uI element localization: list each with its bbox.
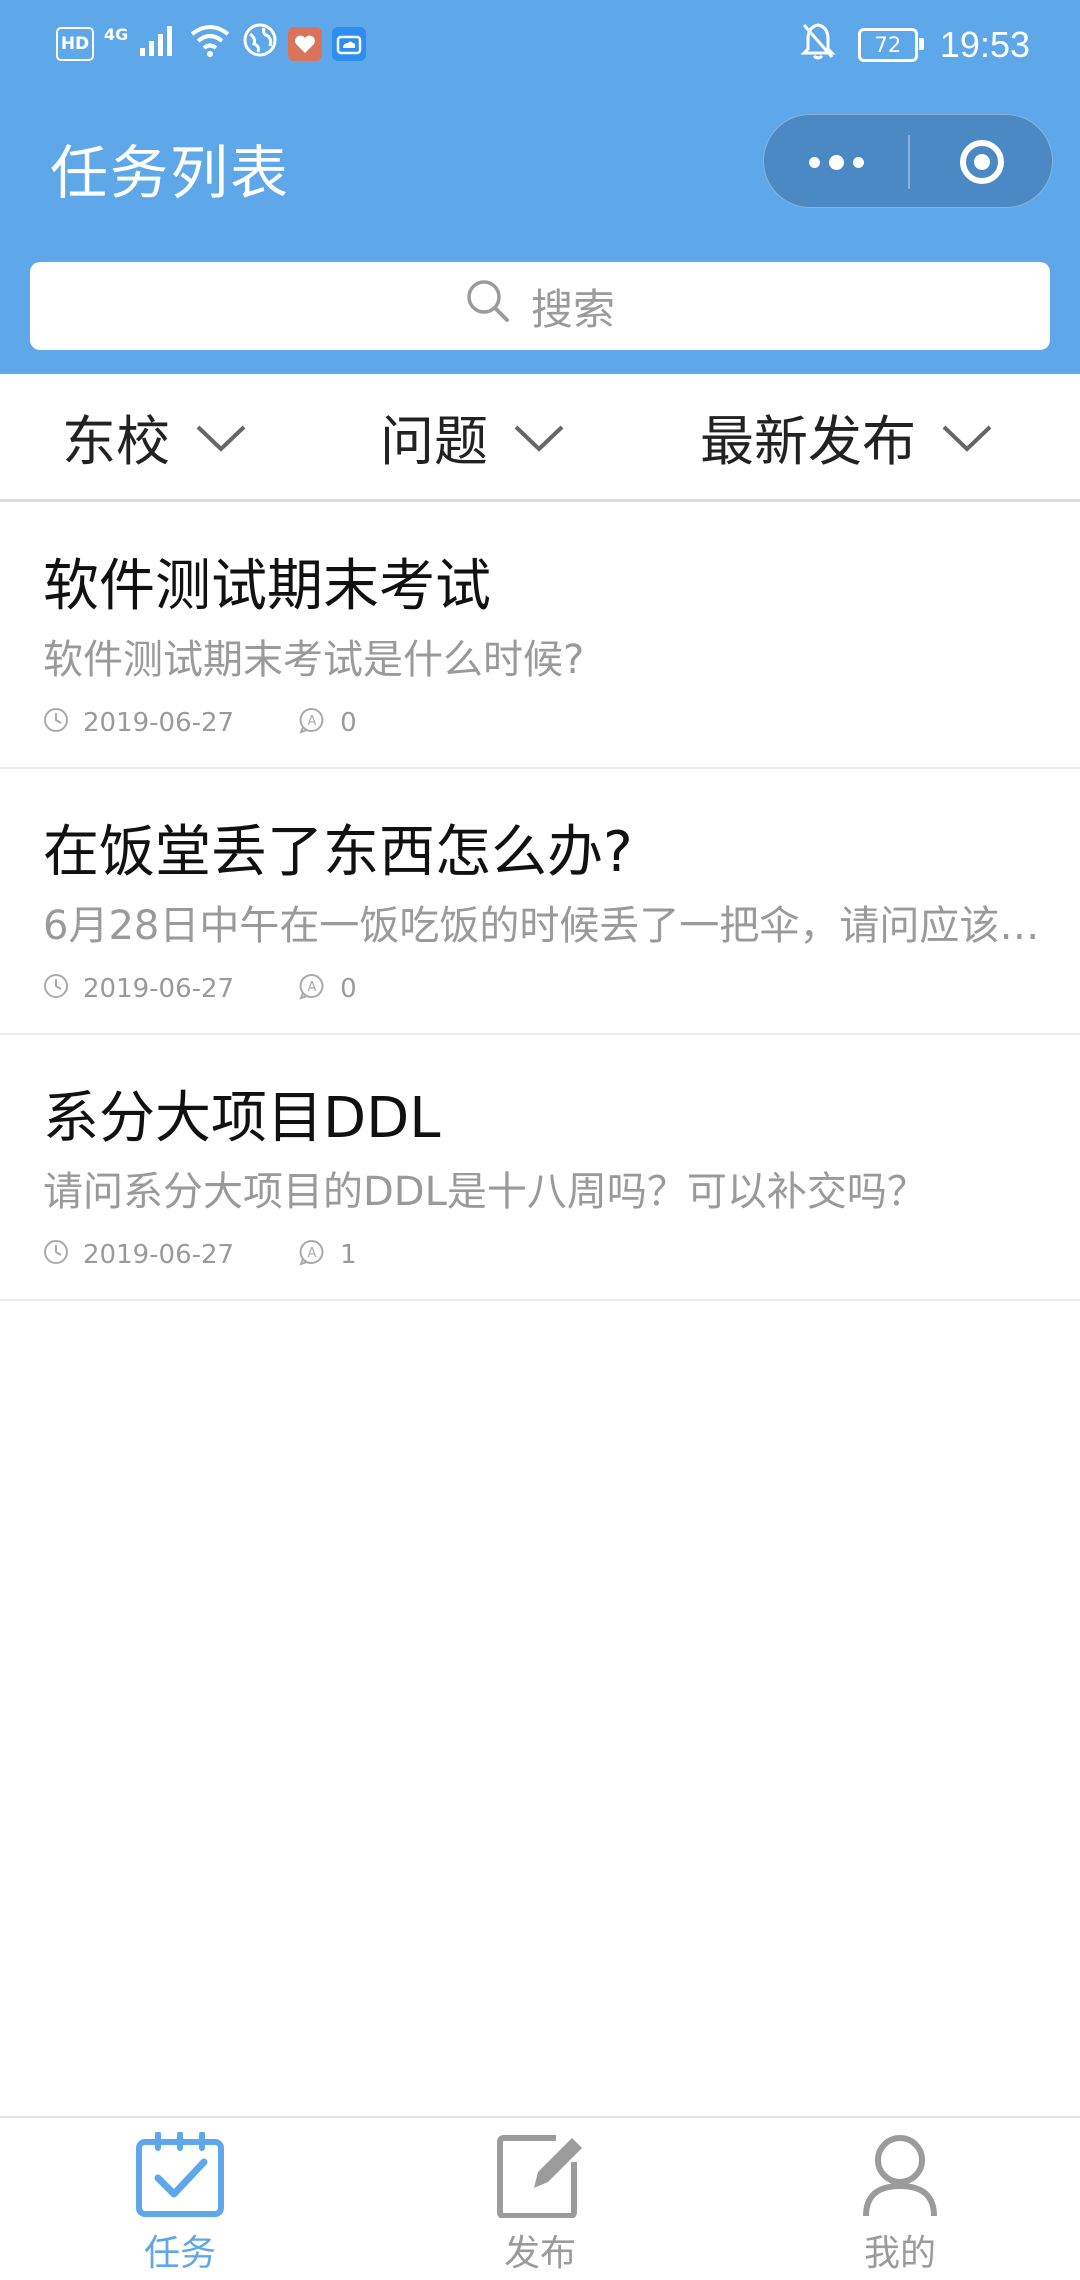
tab-label: 我的: [863, 2233, 936, 2274]
network-type-label: 4G: [104, 24, 129, 44]
task-date: 2019-06-27: [83, 974, 235, 1004]
filter-label: 问题: [380, 410, 488, 473]
chevron-down-icon: [512, 405, 566, 468]
task-calendar-icon: [134, 2131, 226, 2222]
tab-label: 发布: [503, 2233, 576, 2274]
task-title: 系分大项目DDL: [43, 1086, 441, 1151]
answer-count: 1: [340, 1240, 357, 1270]
status-time: 19:53: [939, 24, 1030, 65]
filter-campus[interactable]: 东校: [62, 374, 248, 499]
target-circle-icon[interactable]: [910, 115, 1054, 209]
header-bar: HD 4G 72 19:53 任务列表 搜索: [0, 0, 1080, 374]
list-item[interactable]: 软件测试期末考试 软件测试期末考试是什么时候? 2019-06-27 A 0: [0, 503, 1080, 769]
miniprogram-capsule: [763, 114, 1053, 208]
search-placeholder: 搜索: [530, 284, 615, 334]
status-bar: HD 4G 72 19:53: [0, 0, 1080, 90]
filter-sort[interactable]: 最新发布: [700, 374, 994, 499]
wifi-icon: [188, 22, 232, 67]
svg-text:A: A: [308, 1246, 317, 1261]
filter-type[interactable]: 问题: [380, 374, 566, 499]
globe-icon: [242, 22, 278, 67]
svg-text:A: A: [308, 714, 317, 729]
health-app-icon: [288, 27, 323, 61]
tab-publish[interactable]: 发布: [440, 2132, 640, 2276]
chevron-down-icon: [940, 405, 994, 468]
battery-icon: 72: [857, 28, 924, 62]
task-title: 软件测试期末考试: [43, 554, 491, 619]
tab-tasks[interactable]: 任务: [80, 2131, 280, 2276]
svg-text:A: A: [308, 980, 317, 995]
clock-icon: [43, 707, 69, 740]
bell-off-icon: [800, 21, 836, 70]
search-input[interactable]: 搜索: [30, 262, 1050, 350]
page-title: 任务列表: [50, 139, 291, 207]
task-meta: 2019-06-27 A 0: [43, 969, 357, 1009]
answer-count: 0: [340, 708, 357, 738]
filter-bar: 东校 问题 最新发布: [0, 374, 1080, 502]
clock-icon: [43, 973, 69, 1006]
answer-icon: A: [298, 1238, 326, 1273]
answer-icon: A: [298, 972, 326, 1007]
task-description: 请问系分大项目的DDL是十八周吗？可以补交吗？: [43, 1169, 927, 1215]
status-left: HD 4G: [56, 22, 367, 67]
hd-icon: HD: [56, 27, 94, 61]
answer-count: 0: [340, 974, 357, 1004]
more-dots-icon[interactable]: [764, 115, 908, 209]
answer-icon: A: [298, 706, 326, 741]
task-description: 6月28日中午在一饭吃饭的时候丢了一把伞，请问应该怎么办？: [43, 903, 1043, 949]
user-icon: [854, 2132, 946, 2222]
tab-mine[interactable]: 我的: [800, 2132, 1000, 2276]
task-meta: 2019-06-27 A 0: [43, 703, 357, 743]
list-item[interactable]: 在饭堂丢了东西怎么办? 6月28日中午在一饭吃饭的时候丢了一把伞，请问应该怎么办…: [0, 769, 1080, 1035]
task-title: 在饭堂丢了东西怎么办?: [43, 820, 633, 885]
filter-label: 最新发布: [700, 410, 916, 473]
status-right: 72 19:53: [800, 18, 1030, 72]
search-icon: [465, 278, 511, 334]
list-item[interactable]: 系分大项目DDL 请问系分大项目的DDL是十八周吗？可以补交吗？ 2019-06…: [0, 1035, 1080, 1301]
task-date: 2019-06-27: [83, 708, 235, 738]
task-date: 2019-06-27: [83, 1240, 235, 1270]
task-meta: 2019-06-27 A 1: [43, 1235, 357, 1275]
filter-label: 东校: [62, 410, 170, 473]
task-description: 软件测试期末考试是什么时候?: [43, 637, 585, 683]
tab-label: 任务: [143, 2233, 216, 2274]
cloud-app-icon: [332, 27, 367, 61]
edit-icon: [494, 2132, 586, 2222]
clock-icon: [43, 1239, 69, 1272]
bottom-tab-bar: 任务 发布 我的: [0, 2116, 1080, 2280]
chevron-down-icon: [194, 405, 248, 468]
signal-icon: [138, 22, 178, 67]
